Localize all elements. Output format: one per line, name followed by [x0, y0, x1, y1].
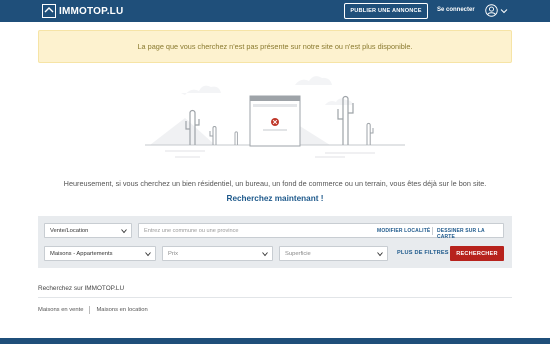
search-button[interactable]: RECHERCHER — [450, 246, 504, 261]
contract-select-value: Vente/Location — [50, 227, 89, 234]
location-input[interactable] — [144, 224, 364, 237]
footer-bar — [0, 338, 550, 344]
desert-error-illustration — [145, 76, 405, 158]
houses-for-rent-link[interactable]: Maisons en location — [96, 307, 147, 313]
draw-on-map-link[interactable]: DESSINER SUR LA CARTE — [437, 228, 503, 240]
property-type-value: Maisons - Appartements — [50, 250, 113, 257]
intro-text: Heureusement, si vous cherchez un bien r… — [63, 179, 487, 188]
login-link[interactable]: Se connecter — [437, 7, 475, 13]
search-now-link[interactable]: Recherchez maintenant ! — [227, 194, 324, 203]
houses-for-sale-link[interactable]: Maisons en vente — [38, 307, 83, 313]
user-menu-button[interactable] — [485, 4, 508, 17]
location-input-box[interactable]: MODIFIER LOCALITÉ DESSINER SUR LA CARTE — [138, 223, 504, 240]
category-links: Maisons en vente Maisons en location — [38, 306, 148, 314]
price-select-value: Prix — [168, 250, 178, 257]
publish-listing-button[interactable]: PUBLIER UNE ANNONCE — [344, 3, 428, 19]
search-on-heading: Recherchez sur IMMOTOP.LU — [38, 285, 125, 292]
chevron-down-icon — [377, 252, 383, 257]
modify-locality-link[interactable]: MODIFIER LOCALITÉ — [377, 228, 430, 234]
more-filters-link[interactable]: PLUS DE FILTRES — [397, 250, 449, 256]
logo-text: IMMOTOP.LU — [59, 5, 124, 17]
contract-select[interactable]: Vente/Location — [44, 223, 132, 238]
separator — [432, 227, 433, 235]
alert-message: La page que vous cherchez n'est pas prés… — [137, 42, 413, 51]
top-header: IMMOTOP.LU PUBLIER UNE ANNONCE Se connec… — [0, 0, 550, 22]
chevron-down-icon — [145, 252, 151, 257]
chevron-down-icon — [121, 229, 127, 234]
chevron-down-icon — [262, 252, 268, 257]
house-logo-icon — [42, 4, 56, 18]
intro-section: Heureusement, si vous cherchez un bien r… — [0, 179, 550, 206]
separator — [89, 306, 91, 314]
chevron-down-icon — [500, 8, 508, 13]
surface-select[interactable]: Superficie — [279, 246, 388, 261]
not-found-alert: La page que vous cherchez n'est pas prés… — [38, 30, 512, 63]
surface-select-value: Superficie — [285, 250, 311, 257]
site-logo[interactable]: IMMOTOP.LU — [42, 4, 123, 18]
price-select[interactable]: Prix — [162, 246, 273, 261]
divider — [38, 297, 512, 298]
property-type-select[interactable]: Maisons - Appartements — [44, 246, 156, 261]
user-circle-icon — [485, 4, 498, 17]
